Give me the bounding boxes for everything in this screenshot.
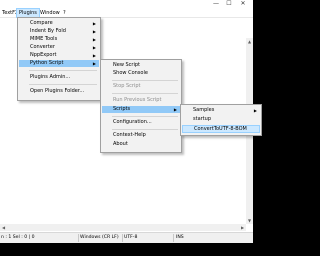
chevron-right-icon: ▶	[92, 21, 96, 26]
menu-item-show-console[interactable]: Show Console	[102, 70, 180, 77]
menu-item-label: Configuration...	[113, 119, 152, 125]
menu-item-label: Run Previous Script	[113, 97, 162, 103]
python-script-menu: New Script Show Console Stop Script Run …	[100, 59, 182, 153]
menu-item-label: Plugins Admin...	[30, 74, 71, 80]
menu-item-label: Indent By Fold	[30, 28, 66, 34]
menu-item-compare[interactable]: Compare ▶	[19, 20, 99, 27]
menu-help[interactable]: ?	[61, 9, 68, 17]
menu-item-open-plugins-folder[interactable]: Open Plugins Folder...	[19, 88, 99, 95]
menu-item-label: ConvertToUTF-8-BOM	[194, 126, 247, 132]
menu-item-convert-to-utf8-bom[interactable]: ConvertToUTF-8-BOM	[182, 125, 260, 133]
menu-item-new-script[interactable]: New Script	[102, 62, 180, 69]
status-divider	[78, 234, 79, 242]
close-icon[interactable]: ✕	[238, 0, 248, 7]
menu-separator	[112, 129, 178, 130]
chevron-right-icon: ▶	[92, 45, 96, 50]
menu-item-indent-by-fold[interactable]: Indent By Fold ▶	[19, 28, 99, 35]
maximize-icon[interactable]: ☐	[224, 0, 234, 7]
menu-separator	[112, 93, 178, 94]
menu-item-label: About	[113, 141, 128, 147]
status-position: n : 1 Sel : 0 | 0	[1, 235, 35, 240]
menu-item-label: New Script	[113, 62, 140, 68]
menu-item-label: Samples	[193, 107, 215, 113]
chevron-down-icon[interactable]: ▼	[246, 217, 253, 224]
menu-item-startup[interactable]: startup	[182, 116, 260, 123]
chevron-up-icon[interactable]: ▲	[246, 38, 253, 45]
menu-item-configuration[interactable]: Configuration...	[102, 119, 180, 126]
menu-item-samples[interactable]: Samples ▶	[182, 107, 260, 114]
menu-item-mime-tools[interactable]: MIME Tools ▶	[19, 36, 99, 43]
status-mode: INS	[176, 235, 184, 240]
chevron-right-icon: ▶	[92, 37, 96, 42]
menu-item-about[interactable]: About	[102, 141, 180, 148]
chevron-right-icon: ▶	[253, 108, 257, 113]
menu-item-scripts[interactable]: Scripts ▶	[102, 106, 180, 113]
chevron-right-icon[interactable]: ▶	[239, 224, 246, 231]
menu-item-nppexport[interactable]: NppExport ▶	[19, 52, 99, 59]
menu-separator	[29, 84, 97, 85]
menu-item-run-previous-script: Run Previous Script	[102, 97, 180, 104]
menu-window[interactable]: Window	[38, 9, 62, 17]
menu-separator	[112, 116, 178, 117]
menu-item-label: Context-Help	[113, 132, 146, 138]
title-bar: — ☐ ✕	[0, 0, 253, 7]
chevron-right-icon: ▶	[92, 53, 96, 58]
menu-item-plugins-admin[interactable]: Plugins Admin...	[19, 74, 99, 81]
menu-item-label: Scripts	[113, 106, 131, 112]
status-bar: n : 1 Sel : 0 | 0 Windows (CR LF) UTF-8 …	[0, 232, 253, 243]
menu-separator	[112, 80, 178, 81]
menu-item-label: Open Plugins Folder...	[30, 88, 85, 94]
status-divider	[122, 234, 123, 242]
menu-item-label: Converter	[30, 44, 55, 50]
plugins-menu: Compare ▶ Indent By Fold ▶ MIME Tools ▶ …	[17, 17, 101, 101]
scripts-menu: Samples ▶ startup ConvertToUTF-8-BOM	[180, 104, 262, 136]
menu-item-label: Show Console	[113, 70, 148, 76]
menu-item-python-script[interactable]: Python Script ▶	[19, 60, 99, 67]
menu-item-converter[interactable]: Converter ▶	[19, 44, 99, 51]
menu-item-label: Stop Script	[113, 83, 141, 89]
horizontal-scrollbar[interactable]: ◀ ▶	[0, 224, 246, 231]
menu-separator	[29, 70, 97, 71]
status-eol: Windows (CR LF)	[80, 235, 119, 240]
menu-item-label: MIME Tools	[30, 36, 58, 42]
menu-item-label: NppExport	[30, 52, 57, 58]
menu-item-stop-script: Stop Script	[102, 83, 180, 90]
chevron-right-icon: ▶	[173, 107, 177, 112]
status-divider	[173, 234, 174, 242]
chevron-left-icon[interactable]: ◀	[0, 224, 7, 231]
chevron-right-icon: ▶	[92, 61, 96, 66]
status-encoding: UTF-8	[124, 235, 138, 240]
minimize-icon[interactable]: —	[211, 0, 221, 7]
menu-item-label: Python Script	[30, 60, 64, 66]
chevron-right-icon: ▶	[92, 29, 96, 34]
menu-item-label: startup	[193, 116, 211, 122]
menu-item-label: Compare	[30, 20, 53, 26]
menu-item-context-help[interactable]: Context-Help	[102, 132, 180, 139]
